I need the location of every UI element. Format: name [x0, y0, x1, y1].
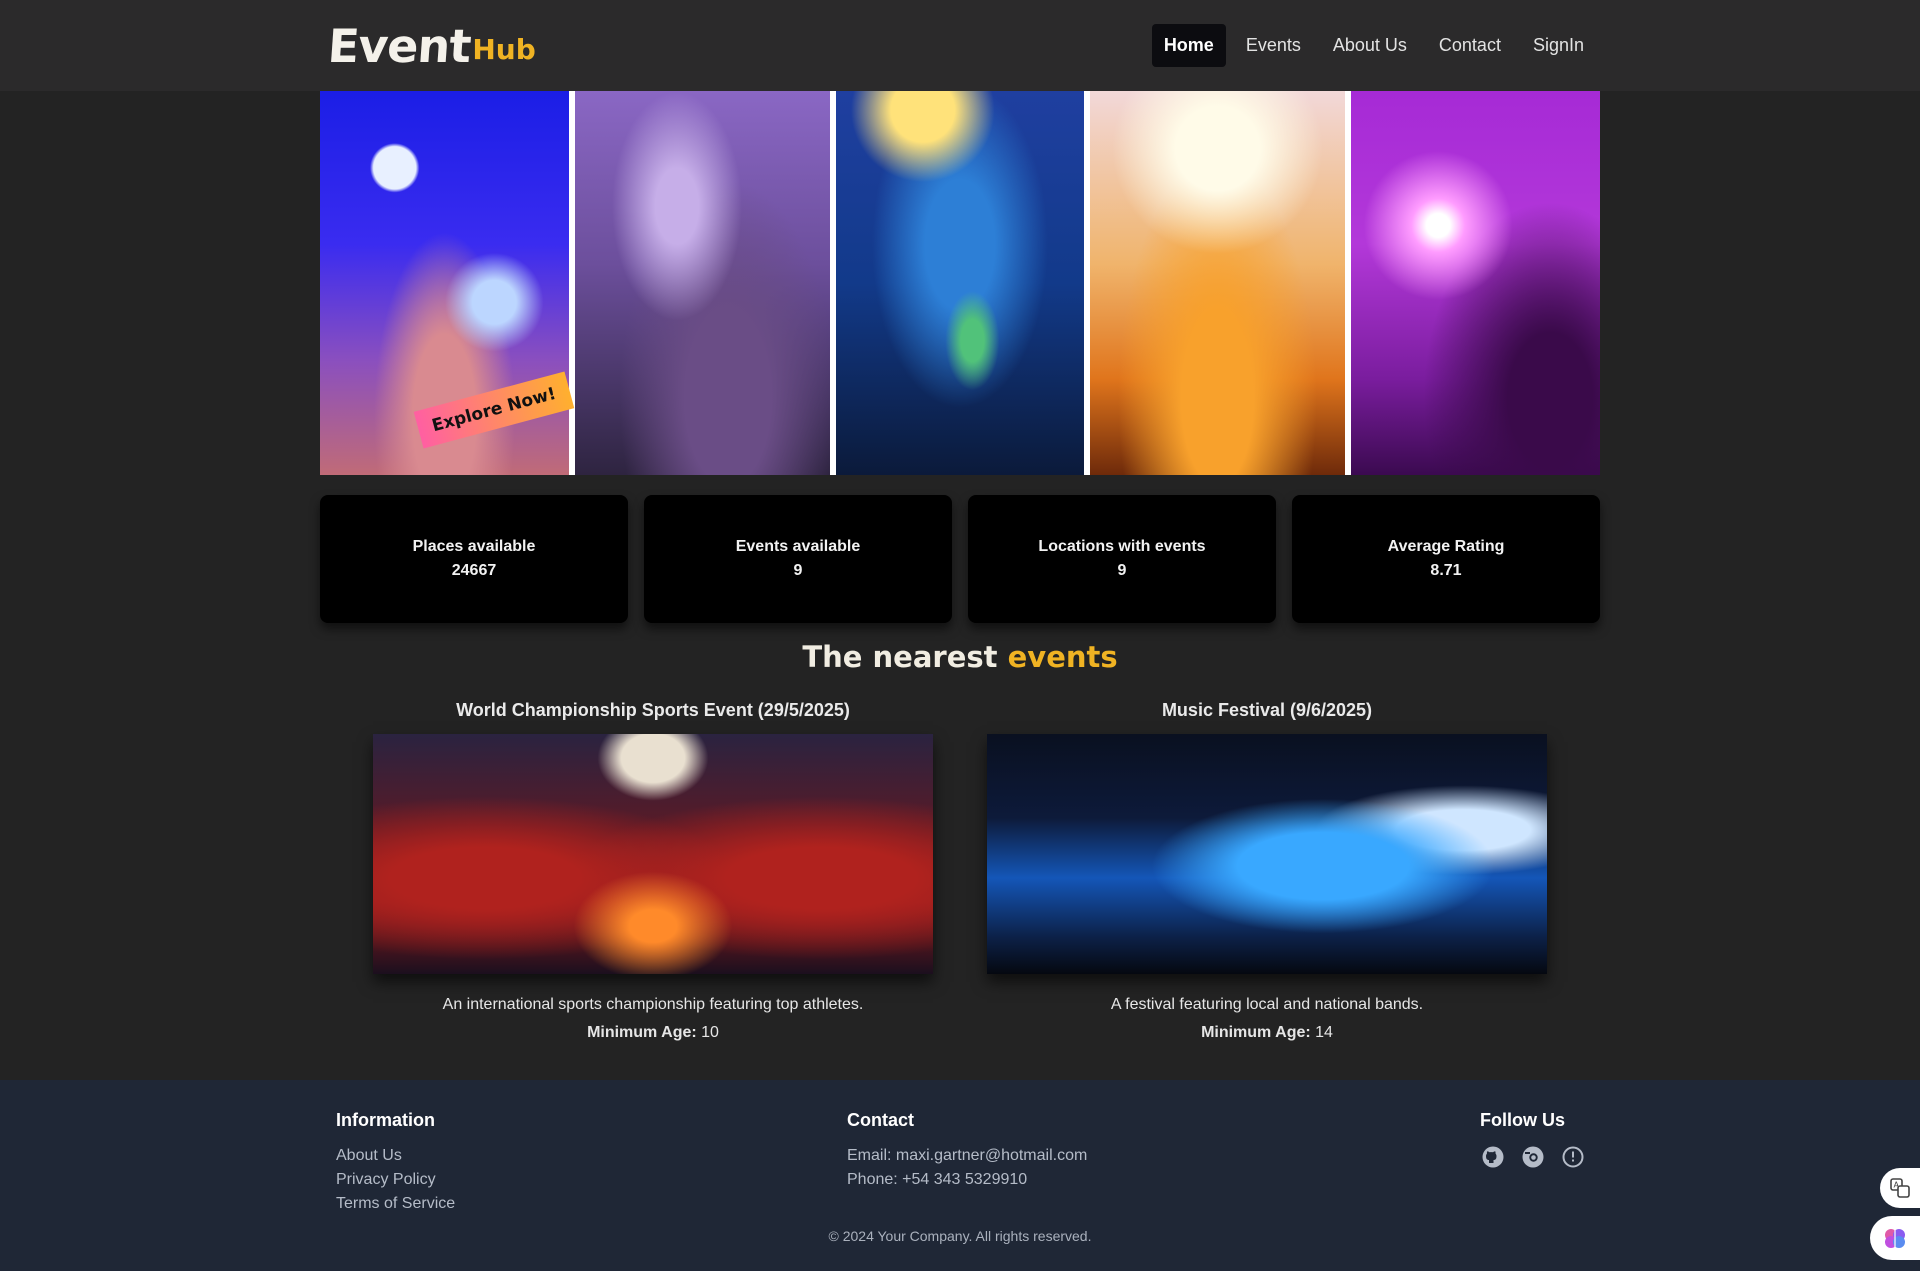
- nav-home[interactable]: Home: [1151, 24, 1226, 67]
- instagram-icon[interactable]: [1520, 1144, 1546, 1170]
- navbar: Event Hub Home Events About Us Contact S…: [0, 0, 1920, 91]
- brand-logo-part2: Hub: [472, 33, 536, 66]
- ai-extension-button[interactable]: [1870, 1216, 1920, 1260]
- svg-text:A: A: [1894, 1181, 1900, 1190]
- hero-banner: Explore Now!: [320, 91, 1600, 475]
- event-min-age-value: 10: [701, 1024, 719, 1041]
- stat-value: 9: [1117, 562, 1127, 579]
- stat-label: Places available: [412, 538, 536, 555]
- hero-image-crowd-purple: [1351, 91, 1600, 475]
- stat-value: 9: [793, 562, 803, 579]
- section-title-part1: The nearest: [802, 640, 998, 674]
- footer: Information About Us Privacy Policy Term…: [0, 1080, 1920, 1271]
- brand-logo[interactable]: Event Hub: [326, 18, 536, 74]
- event-image-arena[interactable]: [373, 734, 933, 974]
- brand-logo-part1: Event: [326, 19, 473, 73]
- footer-heading-contact: Contact: [847, 1110, 914, 1130]
- social-icons: [1480, 1144, 1586, 1170]
- brain-icon: [1885, 1229, 1905, 1248]
- hero-image-crowd-phones: [574, 91, 830, 475]
- hero-image-crowd-lights: [1090, 91, 1346, 475]
- footer-heading-information: Information: [336, 1110, 435, 1130]
- stat-label: Average Rating: [1387, 538, 1505, 555]
- explore-now-button[interactable]: Explore Now!: [413, 371, 575, 449]
- event-min-age: Minimum Age: 10: [373, 1022, 933, 1044]
- footer-contact-phone: Phone: +54 343 5329910: [847, 1171, 1028, 1188]
- stat-value: 24667: [451, 562, 497, 579]
- event-title[interactable]: Music Festival (9/6/2025): [987, 698, 1547, 722]
- stat-label: Locations with events: [1038, 538, 1206, 555]
- section-title-part2: events: [1007, 640, 1118, 674]
- translate-extension-button[interactable]: A: [1880, 1168, 1920, 1208]
- footer-contact: Contact Email: maxi.gartner@hotmail.com …: [847, 1108, 1087, 1192]
- copyright: © 2024 Your Company. All rights reserved…: [828, 1228, 1092, 1244]
- footer-link-terms-of-service[interactable]: Terms of Service: [336, 1192, 455, 1216]
- nav-events[interactable]: Events: [1234, 24, 1313, 67]
- stat-value: 8.71: [1430, 562, 1462, 579]
- event-min-age-label: Minimum Age:: [587, 1024, 697, 1041]
- stat-label: Events available: [735, 538, 861, 555]
- event-title[interactable]: World Championship Sports Event (29/5/20…: [373, 698, 933, 722]
- main-nav: Home Events About Us Contact SignIn: [1144, 24, 1596, 67]
- event-min-age-label: Minimum Age:: [1201, 1024, 1311, 1041]
- nav-contact[interactable]: Contact: [1427, 24, 1513, 67]
- event-card[interactable]: Music Festival (9/6/2025) A festival fea…: [987, 698, 1547, 1044]
- event-min-age-value: 14: [1315, 1024, 1333, 1041]
- stat-card-events: Events available 9: [644, 495, 952, 623]
- footer-contact-email: Email: maxi.gartner@hotmail.com: [847, 1147, 1088, 1164]
- event-image-festival-stage[interactable]: [987, 734, 1547, 974]
- footer-follow-us: Follow Us: [1480, 1108, 1586, 1170]
- footer-link-privacy-policy[interactable]: Privacy Policy: [336, 1168, 455, 1192]
- github-icon[interactable]: [1480, 1144, 1506, 1170]
- stats-row: Places available 24667 Events available …: [320, 495, 1600, 623]
- info-icon[interactable]: [1560, 1144, 1586, 1170]
- translate-icon: A: [1890, 1178, 1910, 1198]
- stat-card-locations: Locations with events 9: [968, 495, 1276, 623]
- section-title-nearest-events: The nearest events: [0, 640, 1920, 674]
- nav-signin[interactable]: SignIn: [1521, 24, 1596, 67]
- event-description: A festival featuring local and national …: [1110, 996, 1424, 1013]
- stat-card-rating: Average Rating 8.71: [1292, 495, 1600, 623]
- event-card[interactable]: World Championship Sports Event (29/5/20…: [373, 698, 933, 1044]
- hero-image-crowd-blue: [835, 91, 1085, 475]
- event-min-age: Minimum Age: 14: [987, 1022, 1547, 1044]
- footer-information: Information About Us Privacy Policy Term…: [336, 1108, 455, 1216]
- nav-about-us[interactable]: About Us: [1321, 24, 1419, 67]
- footer-link-about-us[interactable]: About Us: [336, 1144, 455, 1168]
- hero-image-concert-stage: Explore Now!: [320, 91, 575, 475]
- stat-card-places: Places available 24667: [320, 495, 628, 623]
- event-description: An international sports championship fea…: [442, 996, 864, 1013]
- footer-heading-follow-us: Follow Us: [1480, 1110, 1565, 1130]
